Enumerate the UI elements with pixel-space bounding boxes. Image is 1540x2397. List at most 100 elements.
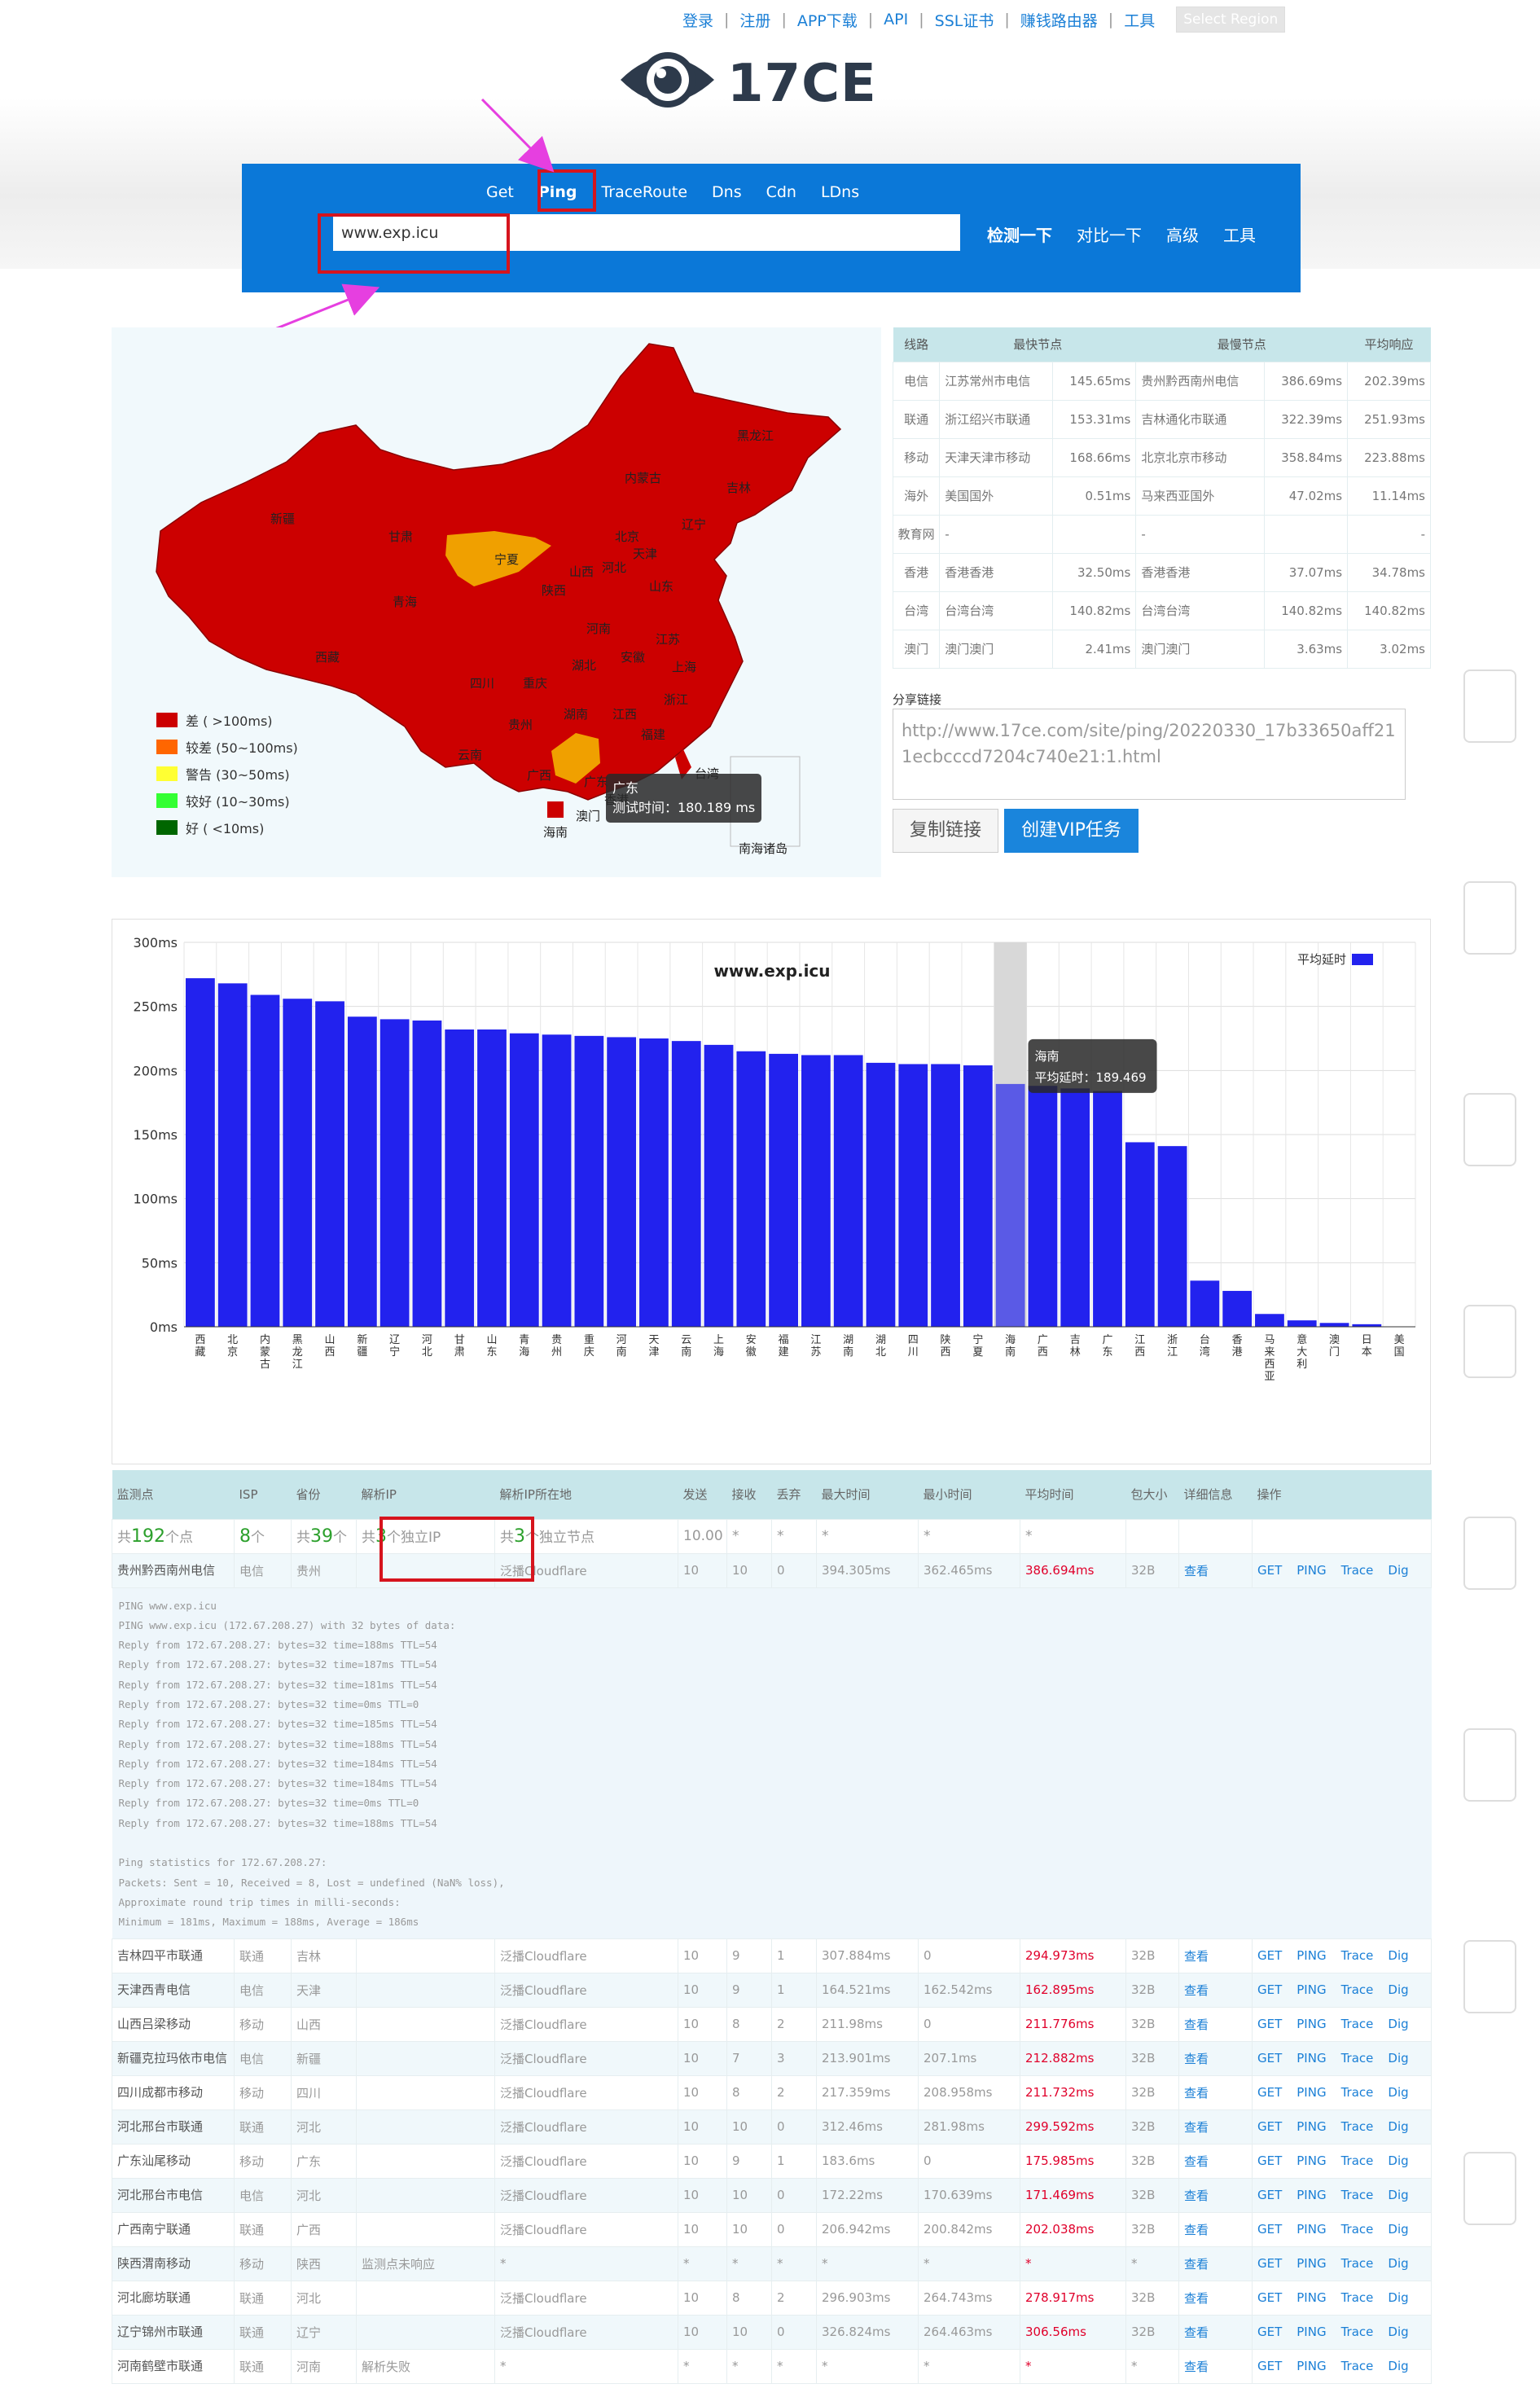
action-get-link[interactable]: GET — [1257, 2085, 1282, 2100]
bar[interactable] — [704, 1044, 734, 1327]
action-ping-link[interactable]: PING — [1296, 2222, 1326, 2237]
action-ping-link[interactable]: PING — [1296, 2359, 1326, 2373]
bar[interactable] — [769, 1053, 798, 1327]
table-row[interactable]: 河南鹤壁市联通 联通 河南 解析失败 * * * * * * * * 查看 GET PING Trace Dig — [112, 2348, 1432, 2384]
action-dig-link[interactable]: Dig — [1388, 2051, 1408, 2066]
action-dig-link[interactable]: Dig — [1388, 2017, 1408, 2031]
table-cell[interactable]: 查看 — [1178, 2211, 1253, 2247]
action-get-link[interactable]: GET — [1257, 2153, 1282, 2168]
create-vip-task-button[interactable]: 创建VIP任务 — [1004, 809, 1139, 853]
table-cell[interactable]: 查看 — [1178, 2006, 1253, 2042]
action-get-link[interactable]: GET — [1257, 1982, 1282, 1997]
bar[interactable] — [477, 1029, 507, 1327]
action-ping-link[interactable]: PING — [1296, 2188, 1326, 2202]
table-cell[interactable]: 查看 — [1178, 1552, 1253, 1588]
table-row[interactable]: 四川成都市移动 移动 四川 泛播Cloudflare 10 8 2 217.359ms 208.… — [112, 2074, 1432, 2110]
tab-get[interactable]: Get — [486, 183, 514, 201]
action-get-link[interactable]: GET — [1257, 2119, 1282, 2134]
table-row[interactable]: 广东汕尾移动 移动 广东 泛播Cloudflare 10 9 1 183.6ms 0 175.98… — [112, 2143, 1432, 2179]
region-select[interactable]: Select Region — [1176, 7, 1286, 33]
action-dig-link[interactable]: Dig — [1388, 1948, 1408, 1963]
bar[interactable] — [736, 1051, 766, 1327]
nav-link[interactable]: 登录 — [682, 9, 713, 31]
action-dig-link[interactable]: Dig — [1388, 2085, 1408, 2100]
advanced-button[interactable]: 高级 — [1166, 222, 1199, 246]
action-dig-link[interactable]: Dig — [1388, 2222, 1408, 2237]
table-row[interactable]: 吉林四平市联通 联通 吉林 泛播Cloudflare 10 9 1 307.884ms 0 294… — [112, 1938, 1432, 1973]
bar[interactable] — [866, 1062, 896, 1327]
side-widget[interactable] — [1463, 881, 1516, 955]
action-ping-link[interactable]: PING — [1296, 1563, 1326, 1578]
table-cell[interactable]: 查看 — [1178, 2280, 1253, 2316]
bar[interactable] — [1093, 1091, 1122, 1327]
tab-ldns[interactable]: LDns — [821, 183, 859, 201]
action-trace-link[interactable]: Trace — [1341, 2222, 1374, 2237]
table-cell[interactable]: 查看 — [1178, 2314, 1253, 2350]
bar[interactable] — [931, 1064, 960, 1327]
action-trace-link[interactable]: Trace — [1341, 2085, 1374, 2100]
bar[interactable] — [380, 1019, 410, 1327]
bar[interactable] — [412, 1020, 442, 1327]
table-row[interactable]: 新疆克拉玛依市电信 电信 新疆 泛播Cloudflare 10 7 3 213.901ms 20… — [112, 2040, 1432, 2076]
bar[interactable] — [217, 983, 248, 1327]
action-get-link[interactable]: GET — [1257, 2290, 1282, 2305]
action-trace-link[interactable]: Trace — [1341, 2359, 1374, 2373]
side-widget[interactable] — [1463, 2152, 1516, 2225]
action-get-link[interactable]: GET — [1257, 2222, 1282, 2237]
action-ping-link[interactable]: PING — [1296, 2085, 1326, 2100]
bar[interactable] — [995, 1083, 1025, 1327]
action-ping-link[interactable]: PING — [1296, 2325, 1326, 2339]
table-cell[interactable]: 查看 — [1178, 2109, 1253, 2145]
action-ping-link[interactable]: PING — [1296, 2051, 1326, 2066]
nav-link[interactable]: SSL证书 — [935, 9, 994, 31]
action-get-link[interactable]: GET — [1257, 1948, 1282, 1963]
bar[interactable] — [315, 1001, 344, 1327]
bar[interactable] — [607, 1037, 637, 1327]
table-row[interactable]: 陕西渭南移动 移动 陕西 监测点未响应 * * * * * * * * 查看 GET PING Trace Di… — [112, 2246, 1432, 2281]
action-ping-link[interactable]: PING — [1296, 1948, 1326, 1963]
action-ping-link[interactable]: PING — [1296, 2290, 1326, 2305]
action-dig-link[interactable]: Dig — [1388, 2256, 1408, 2271]
bar[interactable] — [833, 1055, 863, 1327]
side-widget[interactable] — [1463, 669, 1516, 743]
table-row[interactable]: 河北廊坊联通 联通 河北 泛播Cloudflare 10 8 2 296.903ms 264.7… — [112, 2280, 1432, 2316]
bar[interactable] — [1222, 1290, 1253, 1327]
action-ping-link[interactable]: PING — [1296, 1982, 1326, 1997]
action-ping-link[interactable]: PING — [1296, 2119, 1326, 2134]
side-widget[interactable] — [1463, 1728, 1516, 1802]
side-widget[interactable] — [1463, 1940, 1516, 2013]
action-trace-link[interactable]: Trace — [1341, 2153, 1374, 2168]
table-cell[interactable]: 查看 — [1178, 1972, 1253, 2008]
table-cell[interactable]: 查看 — [1178, 2348, 1253, 2384]
action-ping-link[interactable]: PING — [1296, 2153, 1326, 2168]
share-url-field[interactable]: http://www.17ce.com/site/ping/20220330_1… — [893, 709, 1406, 800]
side-widget[interactable] — [1463, 1517, 1516, 1590]
action-dig-link[interactable]: Dig — [1388, 2359, 1408, 2373]
action-dig-link[interactable]: Dig — [1388, 1982, 1408, 1997]
action-trace-link[interactable]: Trace — [1341, 2119, 1374, 2134]
action-dig-link[interactable]: Dig — [1388, 2119, 1408, 2134]
action-get-link[interactable]: GET — [1257, 1563, 1282, 1578]
bar[interactable] — [347, 1016, 377, 1327]
bar[interactable] — [1255, 1314, 1284, 1327]
detect-button[interactable]: 检测一下 — [987, 222, 1052, 246]
action-trace-link[interactable]: Trace — [1341, 1563, 1374, 1578]
action-dig-link[interactable]: Dig — [1388, 2325, 1408, 2339]
bar[interactable] — [671, 1041, 701, 1327]
table-row[interactable]: 辽宁锦州市联通 联通 辽宁 泛播Cloudflare 10 10 0 326.824ms 264… — [112, 2314, 1432, 2350]
copy-link-button[interactable]: 复制链接 — [893, 809, 998, 853]
bar[interactable] — [283, 999, 313, 1327]
action-trace-link[interactable]: Trace — [1341, 2256, 1374, 2271]
table-row[interactable]: 贵州黔西南州电信 电信 贵州 泛播Cloudflare 10 10 0 394.305ms 36… — [112, 1552, 1432, 1588]
table-cell[interactable]: 查看 — [1178, 2177, 1253, 2213]
bar[interactable] — [898, 1064, 928, 1327]
action-get-link[interactable]: GET — [1257, 2188, 1282, 2202]
action-get-link[interactable]: GET — [1257, 2325, 1282, 2339]
bar[interactable] — [1157, 1146, 1187, 1327]
nav-link[interactable]: 工具 — [1124, 9, 1155, 31]
action-dig-link[interactable]: Dig — [1388, 2153, 1408, 2168]
table-row[interactable]: 河北邢台市电信 电信 河北 泛播Cloudflare 10 10 0 172.22ms 170.… — [112, 2177, 1432, 2213]
bar[interactable] — [963, 1065, 993, 1327]
action-get-link[interactable]: GET — [1257, 2017, 1282, 2031]
bar[interactable] — [639, 1038, 669, 1327]
